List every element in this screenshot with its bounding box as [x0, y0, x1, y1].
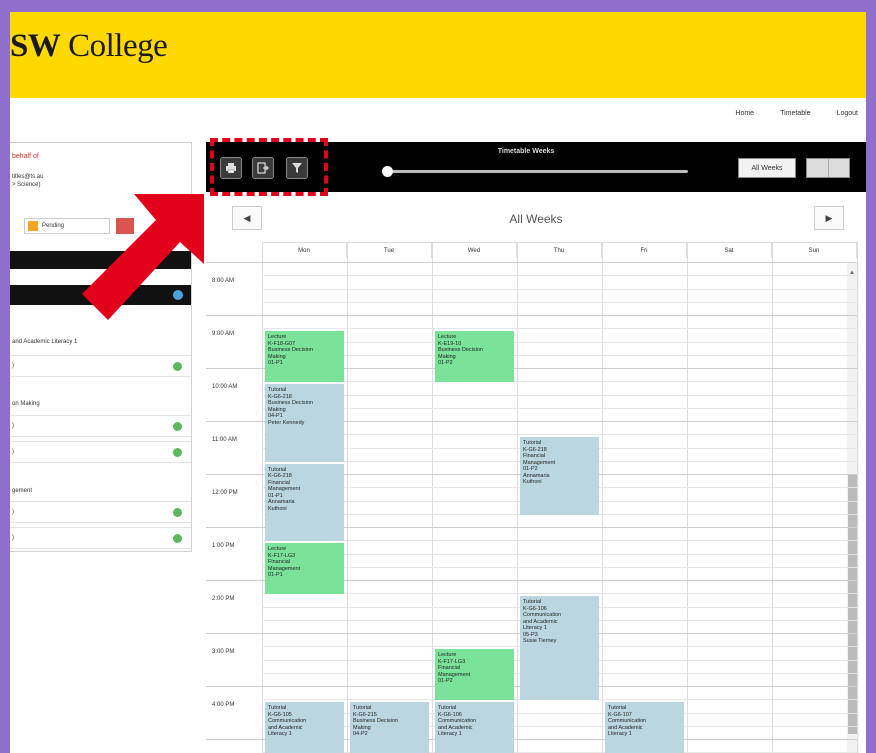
pending-swatch — [28, 221, 38, 231]
class-row-label: ) — [12, 509, 14, 515]
quarter-gridline — [262, 434, 857, 436]
college-logo[interactable]: SW College — [10, 28, 168, 65]
tutorial-event[interactable]: Tutorial K-G6-105 Communication and Acad… — [265, 702, 344, 753]
time-label: 10:00 AM — [212, 384, 238, 390]
quarter-gridline — [262, 301, 857, 303]
logo-bold: SW — [10, 28, 61, 64]
column-divider — [602, 242, 603, 753]
lecture-event[interactable]: Lecture K-F17-LG3 Financial Management 0… — [265, 543, 344, 594]
day-header: Sun — [772, 242, 857, 258]
time-label: 1:00 PM — [212, 543, 235, 549]
quarter-gridline — [262, 566, 857, 568]
tutorial-event[interactable]: Tutorial K-G6-215 Business Decision Maki… — [350, 702, 429, 753]
quarter-gridline — [262, 381, 857, 383]
quarter-gridline — [262, 275, 857, 277]
view-toggle[interactable] — [806, 158, 850, 178]
all-weeks-button[interactable]: All Weeks — [738, 158, 796, 178]
course-group-title: on Making — [12, 401, 40, 407]
quarter-gridline — [262, 341, 857, 343]
nav-timetable-link[interactable]: Timetable — [780, 110, 810, 124]
quarter-gridline — [262, 407, 857, 409]
day-header: Mon — [262, 242, 347, 258]
tutorial-event[interactable]: Tutorial K-G6-106 Communication and Acad… — [520, 596, 599, 700]
school-label: titles@ts.au > Science) — [12, 174, 44, 188]
quarter-gridline — [262, 354, 857, 356]
column-divider — [432, 242, 433, 753]
column-divider — [857, 242, 858, 753]
week-slider-track[interactable] — [386, 170, 688, 173]
class-row-label: ) — [12, 423, 14, 429]
pending-label: Pending — [42, 223, 65, 229]
time-label: 9:00 AM — [212, 331, 235, 337]
column-divider — [687, 242, 688, 753]
day-header: Tue — [347, 242, 432, 258]
quarter-gridline — [262, 540, 857, 542]
column-divider — [772, 242, 773, 753]
class-row[interactable]: ) — [10, 415, 191, 437]
column-divider — [262, 242, 263, 753]
time-label: 4:00 PM — [212, 702, 235, 708]
lecture-event[interactable]: Lecture K-F18-G07 Business Decision Maki… — [265, 331, 344, 382]
time-label: 11:00 AM — [212, 437, 237, 443]
timetable-grid: ▲ Mon Tue Wed Thu Fri Sat Sun 8:00 AM 9:00 AM 10:… — [206, 242, 866, 753]
nav-logout-link[interactable]: Logout — [837, 110, 858, 124]
time-label: 2:00 PM — [212, 596, 235, 602]
view-toggle-right[interactable] — [829, 159, 850, 177]
day-header: Wed — [432, 242, 517, 258]
behalf-label: behalf of — [12, 153, 39, 160]
day-header: Fri — [602, 242, 687, 258]
app-window: SW College Home Timetable Logout behalf … — [10, 12, 866, 753]
quarter-gridline — [262, 288, 857, 290]
hour-gridline — [206, 315, 857, 316]
quarter-gridline — [262, 593, 857, 595]
check-icon — [173, 534, 182, 543]
class-row-label: ) — [12, 449, 14, 455]
class-row[interactable]: ) — [10, 355, 191, 377]
check-icon — [173, 422, 182, 431]
time-label: 12:00 PM — [212, 490, 238, 496]
lecture-event[interactable]: Lecture K-F17-LG3 Financial Management 0… — [435, 649, 514, 700]
tutorial-event[interactable]: Tutorial K-G6-218 Financial Management 0… — [520, 437, 599, 515]
pointer-arrow-icon — [82, 194, 204, 320]
lecture-event[interactable]: Lecture K-E19-10 Business Decision Makin… — [435, 331, 514, 382]
logo-text: College — [60, 28, 168, 64]
tutorial-event[interactable]: Tutorial K-G6-218 Business Decision Maki… — [265, 384, 344, 462]
day-header: Sat — [687, 242, 772, 258]
column-divider — [347, 242, 348, 753]
check-icon — [173, 448, 182, 457]
hour-gridline — [206, 262, 857, 263]
course-group-title: gement — [12, 488, 33, 494]
nav-home-link[interactable]: Home — [735, 110, 754, 124]
check-icon — [173, 362, 182, 371]
header-banner: SW College — [10, 12, 866, 98]
tutorial-event[interactable]: Tutorial K-G6-218 Financial Management 0… — [265, 463, 344, 541]
week-label: All Weeks — [509, 212, 563, 226]
class-row[interactable]: ) — [10, 527, 191, 549]
class-row-label: ) — [12, 363, 14, 369]
tutorial-event[interactable]: Tutorial K-G6-106 Communication and Acad… — [435, 702, 514, 753]
class-row[interactable]: ) — [10, 441, 191, 463]
week-slider-thumb[interactable] — [382, 166, 393, 177]
tutorial-event[interactable]: Tutorial K-G6-107 Communication and Acad… — [605, 702, 684, 753]
next-week-button[interactable]: ▶ — [814, 206, 844, 230]
quarter-gridline — [262, 394, 857, 396]
toolbar-highlight-box — [210, 138, 328, 196]
class-row[interactable]: ) — [10, 501, 191, 523]
course-group-title: and Academic Literacy 1 — [12, 339, 78, 345]
column-divider — [517, 242, 518, 753]
check-icon — [173, 508, 182, 517]
class-row-label: ) — [12, 535, 14, 541]
week-navigation: ◀ All Weeks ▶ — [206, 192, 866, 242]
time-label: 3:00 PM — [212, 649, 235, 655]
top-nav: Home Timetable Logout — [735, 110, 858, 124]
quarter-gridline — [262, 553, 857, 555]
day-header: Thu — [517, 242, 602, 258]
quarter-gridline — [262, 328, 857, 330]
view-toggle-left[interactable] — [807, 159, 829, 177]
